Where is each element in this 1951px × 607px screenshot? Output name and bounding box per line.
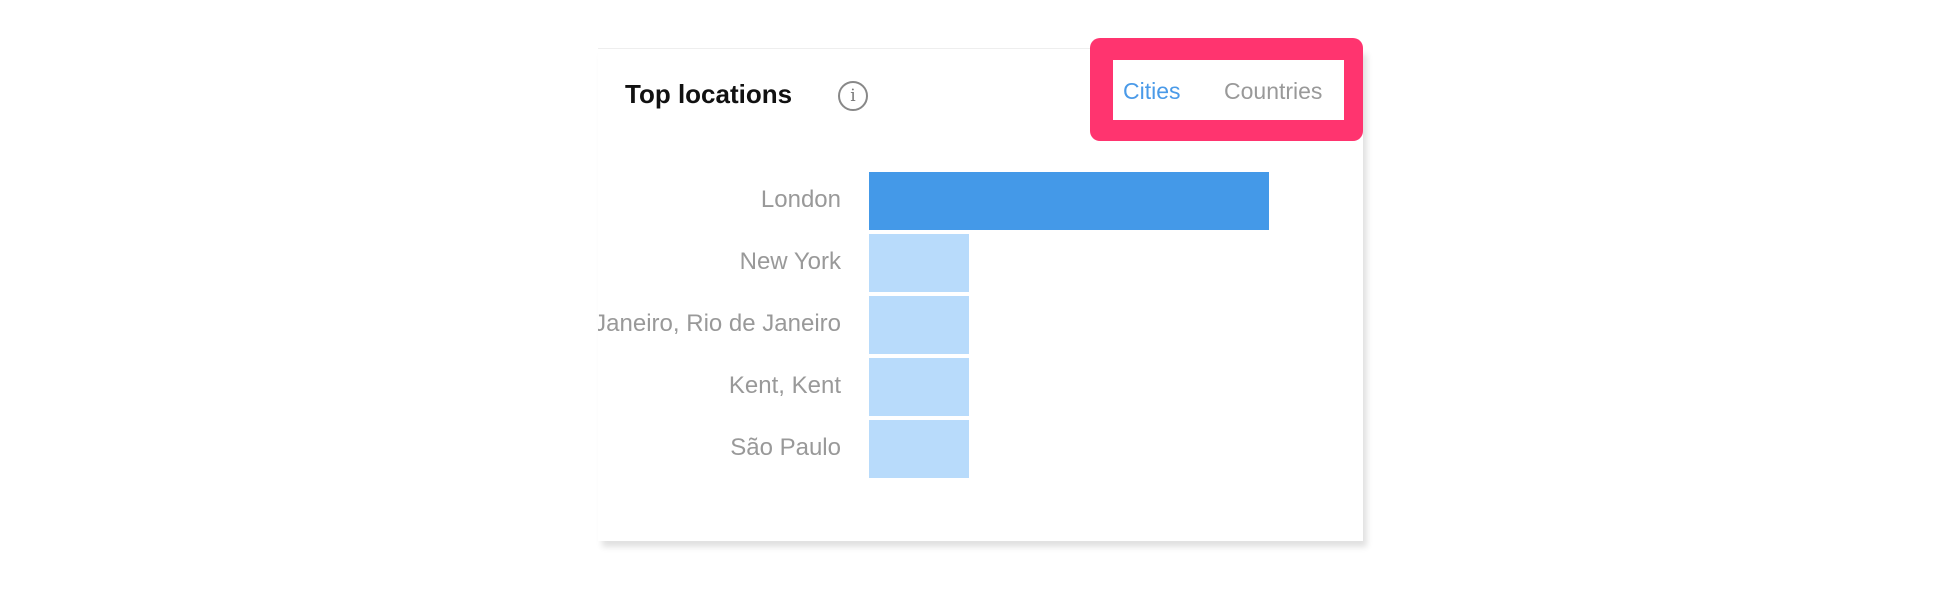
bar-rio-de-janeiro-rio-de-janeiro[interactable] — [869, 296, 969, 354]
info-icon[interactable]: i — [838, 81, 868, 111]
card-title: Top locations — [625, 79, 793, 109]
tab-cities[interactable]: Cities — [1123, 78, 1181, 105]
location-type-tabs: Cities Countries — [1113, 60, 1344, 120]
bar-s-o-paulo[interactable] — [869, 420, 969, 478]
category-label: Kent, Kent — [728, 372, 841, 399]
bar-new-york[interactable] — [869, 234, 969, 292]
tab-countries[interactable]: Countries — [1224, 78, 1322, 105]
bar-kent-kent[interactable] — [869, 358, 969, 416]
bar-london[interactable] — [869, 172, 1269, 230]
category-label: New York — [739, 248, 841, 275]
category-label: São Paulo — [730, 434, 841, 461]
category-label: London — [760, 186, 841, 213]
category-label: Rio de Janeiro, Rio de Janeiro — [598, 310, 841, 337]
